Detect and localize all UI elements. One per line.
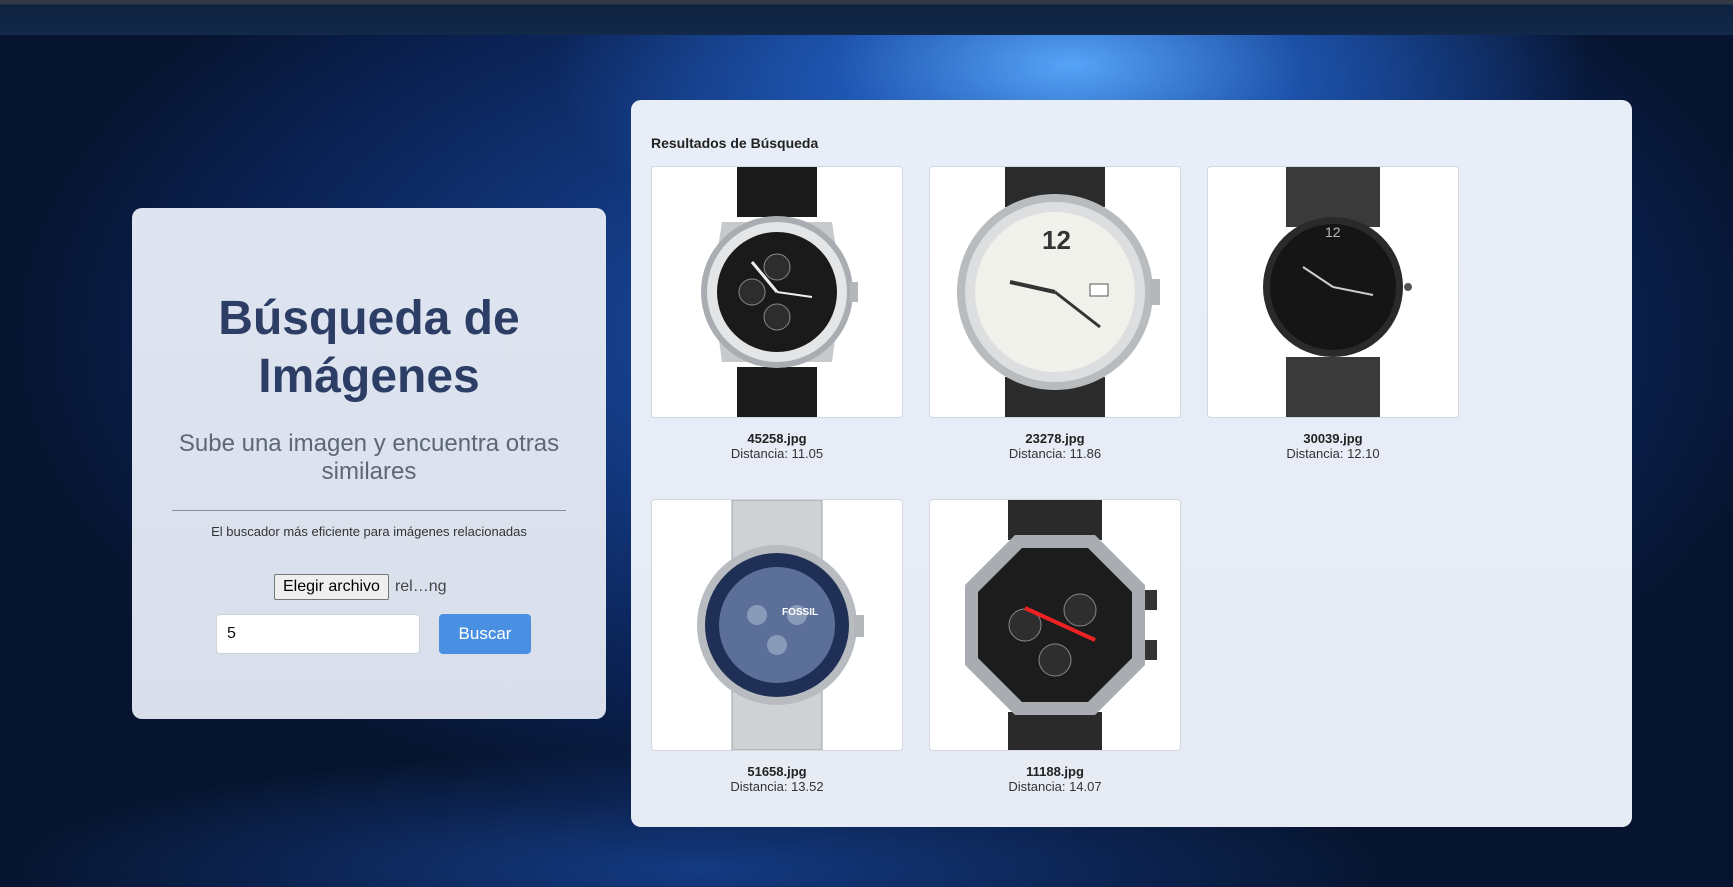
result-thumbnail[interactable]: FOSSIL (651, 499, 903, 751)
result-thumbnail[interactable]: 12 (929, 166, 1181, 418)
watch-image: FOSSIL (697, 500, 864, 750)
watch-image (701, 167, 858, 417)
result-item[interactable]: 45258.jpg Distancia: 11.05 (651, 166, 903, 461)
browser-top-strip (0, 0, 1733, 35)
watch-image: 12 (957, 167, 1160, 417)
result-item[interactable]: 12 23278.jpg Distancia: 11.86 (929, 166, 1181, 461)
result-filename: 23278.jpg (1025, 431, 1085, 446)
result-filename: 11188.jpg (1026, 764, 1084, 779)
result-thumbnail[interactable]: 12 (1207, 166, 1459, 418)
result-thumbnail[interactable] (929, 499, 1181, 751)
svg-text:FOSSIL: FOSSIL (782, 607, 818, 618)
result-filename: 45258.jpg (747, 431, 807, 446)
watch-image: 12 (1263, 167, 1412, 417)
tagline: El buscador más eficiente para imágenes … (211, 524, 527, 539)
file-picker: Elegir archivo rel…ng (274, 574, 447, 600)
result-thumbnail[interactable] (651, 166, 903, 418)
results-title: Resultados de Búsqueda (651, 135, 819, 151)
result-item[interactable]: FOSSIL 51658.jpg Distancia: 13.52 (651, 499, 903, 794)
watch-image (965, 500, 1157, 750)
divider (172, 510, 566, 511)
svg-text:12: 12 (1042, 225, 1071, 255)
results-panel: Resultados de Búsqueda 45258.jpg Distanc… (631, 100, 1632, 827)
page-title-line2: Imágenes (258, 350, 480, 403)
page-title-line1: Búsqueda de (218, 292, 520, 345)
svg-text:12: 12 (1325, 224, 1341, 240)
result-distance: Distancia: 14.07 (1008, 779, 1102, 794)
result-item[interactable]: 12 30039.jpg Distancia: 12.10 (1207, 166, 1459, 461)
result-distance: Distancia: 11.86 (1008, 446, 1102, 461)
search-panel: Búsqueda de Imágenes Sube una imagen y e… (132, 208, 606, 719)
choose-file-button[interactable]: Elegir archivo (274, 574, 389, 600)
result-item[interactable]: 11188.jpg Distancia: 14.07 (929, 499, 1181, 794)
page-title: Búsqueda de Imágenes (132, 290, 606, 406)
result-distance: Distancia: 11.05 (730, 446, 824, 461)
result-distance: Distancia: 13.52 (730, 779, 824, 794)
selected-file-name: rel…ng (394, 578, 447, 595)
search-button[interactable]: Buscar (439, 614, 531, 654)
result-distance: Distancia: 12.10 (1286, 446, 1380, 461)
result-filename: 51658.jpg (747, 764, 807, 779)
results-count-input[interactable] (216, 614, 420, 654)
result-filename: 30039.jpg (1303, 431, 1363, 446)
page-subtitle: Sube una imagen y encuentra otras simila… (178, 430, 560, 485)
